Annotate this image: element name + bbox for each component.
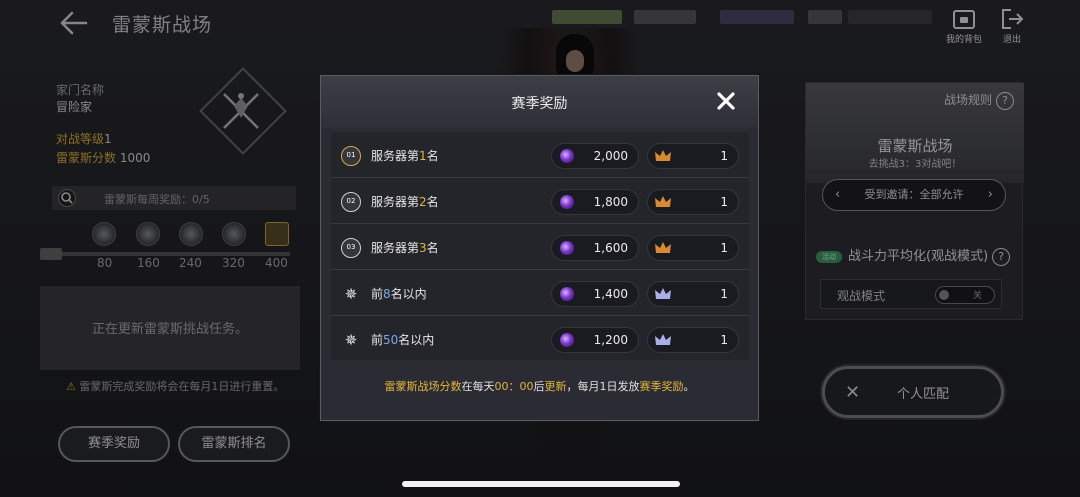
crown-cell: 1 [647,189,739,215]
points-value: 1,200 [593,333,628,347]
silver-crown-icon [655,334,671,345]
rank-3-icon: 03 [341,238,361,258]
gold-crown-icon [655,196,671,207]
purple-orb-icon [560,333,574,347]
reward-table: 01 服务器第1名 2,000 1 02 服务器第2名 1,800 1 03 服… [331,132,749,360]
screen: 雷蒙斯战场 我的背包 退出 家门名称 冒险家 对战等级1 雷蒙斯分数 1000 [0,0,1080,497]
silver-crown-icon [655,288,671,299]
rank-text: 服务器第2名 [371,193,439,210]
rank-prefix: 服务器第 [371,195,420,209]
crown-cell: 1 [647,281,739,307]
rank-number: 50 [383,333,399,347]
rank-prefix: 前 [371,333,384,347]
points-cell: 1,600 [551,235,639,261]
footer-part: 更新 [544,380,567,393]
rank-number: 8 [383,287,391,301]
home-indicator[interactable] [402,481,680,487]
rank-number: 3 [419,241,427,255]
footer-part: ，每月1日发放 [566,380,640,393]
modal-footer-note: 雷蒙斯战场分数在每天00：00后更新，每月1日发放赛季奖励。 [321,378,758,394]
rank-prefix: 前 [371,287,384,301]
rank-number: 2 [419,195,427,209]
crown-value: 1 [720,333,728,347]
footer-part: 在每天 [461,380,495,393]
points-cell: 1,200 [551,327,639,353]
rank-1-icon: 01 [341,146,361,166]
rank-suffix: 名 [426,241,439,255]
footer-part: 后 [533,380,545,393]
purple-orb-icon [560,241,574,255]
rank-text: 前8名以内 [371,285,427,302]
rank-2-icon: 02 [341,192,361,212]
season-reward-modal: 赛季奖励 01 服务器第1名 2,000 1 02 服务器第2名 1,800 1… [320,75,759,421]
rank-prefix: 服务器第 [371,149,420,163]
rank-text: 前50名以内 [371,331,434,348]
rank-suffix: 名以内 [398,333,435,347]
crown-value: 1 [720,287,728,301]
footer-part: 赛季奖励 [639,380,684,393]
rank-text: 服务器第1名 [371,147,439,164]
reward-row: ✵ 前8名以内 1,400 1 [331,270,749,316]
close-icon[interactable] [714,89,738,113]
reward-row: ✵ 前50名以内 1,200 1 [331,316,749,362]
crown-value: 1 [720,241,728,255]
rank-prefix: 服务器第 [371,241,420,255]
crown-value: 1 [720,195,728,209]
purple-orb-icon [560,287,574,301]
tier-badge-icon: ✵ [344,285,358,303]
crown-value: 1 [720,149,728,163]
points-value: 1,600 [593,241,628,255]
rank-suffix: 名 [426,195,439,209]
tier-badge-icon: ✵ [344,331,358,349]
crown-cell: 1 [647,143,739,169]
points-cell: 2,000 [551,143,639,169]
footer-part: 雷蒙斯战场分数 [384,380,462,393]
reward-row: 02 服务器第2名 1,800 1 [331,178,749,224]
rank-text: 服务器第3名 [371,239,439,256]
points-value: 2,000 [593,149,628,163]
gold-crown-icon [655,242,671,253]
rank-suffix: 名 [426,149,439,163]
modal-header: 赛季奖励 [321,76,758,128]
points-cell: 1,400 [551,281,639,307]
footer-part: 。 [683,380,695,393]
reward-row: 03 服务器第3名 1,600 1 [331,224,749,270]
purple-orb-icon [560,149,574,163]
gold-crown-icon [655,150,671,161]
points-cell: 1,800 [551,189,639,215]
points-value: 1,400 [593,287,628,301]
reward-row: 01 服务器第1名 2,000 1 [331,132,749,178]
modal-title: 赛季奖励 [511,96,568,112]
rank-suffix: 名以内 [390,287,427,301]
points-value: 1,800 [593,195,628,209]
footer-part: 00：00 [494,380,534,393]
crown-cell: 1 [647,235,739,261]
crown-cell: 1 [647,327,739,353]
purple-orb-icon [560,195,574,209]
rank-number: 1 [419,149,427,163]
